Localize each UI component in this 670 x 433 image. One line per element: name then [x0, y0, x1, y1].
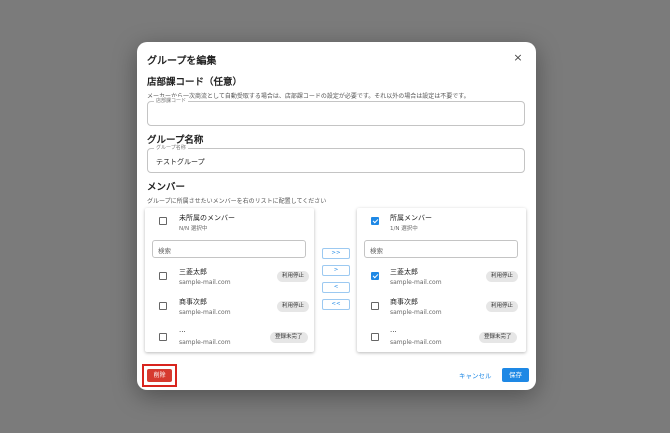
search-placeholder: 検索 [158, 247, 171, 255]
assigned-header: 所属メンバー [390, 214, 432, 222]
assigned-search-input[interactable]: 検索 [364, 240, 518, 258]
move-right-button[interactable]: > [322, 265, 350, 276]
status-badge: 利用停止 [486, 301, 519, 312]
store-code-title: 店部課コード（任意） [147, 77, 243, 88]
status-badge: 登録未完了 [479, 332, 517, 343]
unassigned-members-panel: 未所属のメンバー N/N 選択中 検索 三菱太郎 sample-mail.com… [145, 208, 314, 352]
close-icon[interactable]: × [511, 51, 525, 65]
unassigned-search-input[interactable]: 検索 [152, 240, 306, 258]
unassigned-header: 未所属のメンバー [179, 214, 235, 222]
member-name: 三菱太郎 [390, 268, 418, 276]
move-all-right-button[interactable]: >> [322, 248, 350, 259]
member-name: 三菱太郎 [179, 268, 207, 276]
member-name: 商事次郎 [390, 298, 418, 306]
store-code-field[interactable]: 店部課コード [147, 97, 525, 126]
member-checkbox[interactable] [159, 333, 167, 341]
member-email: sample-mail.com [179, 339, 231, 346]
status-badge: 利用停止 [277, 301, 310, 312]
member-email: sample-mail.com [390, 309, 442, 316]
assigned-members-panel: 所属メンバー 1/N 選択中 検索 三菱太郎 sample-mail.com 利… [357, 208, 526, 352]
member-checkbox[interactable] [371, 333, 379, 341]
member-checkbox[interactable] [371, 302, 379, 310]
member-name: ... [179, 326, 186, 334]
move-all-left-button[interactable]: << [322, 299, 350, 310]
member-email: sample-mail.com [179, 279, 231, 286]
member-email: sample-mail.com [179, 309, 231, 316]
member-email: sample-mail.com [390, 279, 442, 286]
members-description: グループに所属させたいメンバーを右のリストに配置してください [147, 198, 327, 205]
member-checkbox[interactable] [159, 272, 167, 280]
member-email: sample-mail.com [390, 339, 442, 346]
member-name: ... [390, 326, 397, 334]
status-badge: 利用停止 [277, 271, 310, 282]
store-code-field-label: 店部課コード [154, 97, 189, 105]
cancel-button[interactable]: キャンセル [459, 370, 492, 380]
unassigned-count: N/N 選択中 [179, 226, 208, 232]
select-all-assigned-checkbox[interactable] [371, 217, 379, 225]
delete-highlight: 削除 [142, 364, 177, 387]
group-name-field[interactable]: グループ名称 テストグループ [147, 144, 525, 173]
edit-group-dialog: グループを編集 × 店部課コード（任意） メーカーから一次商流として自動受取する… [137, 42, 536, 390]
status-badge: 利用停止 [486, 271, 519, 282]
select-all-unassigned-checkbox[interactable] [159, 217, 167, 225]
members-title: メンバー [147, 182, 186, 193]
delete-button[interactable]: 削除 [147, 369, 172, 382]
dialog-title: グループを編集 [147, 56, 217, 67]
assigned-count: 1/N 選択中 [390, 226, 418, 232]
save-button[interactable]: 保存 [502, 368, 529, 382]
status-badge: 登録未完了 [270, 332, 308, 343]
group-name-value: テストグループ [156, 158, 205, 166]
move-left-button[interactable]: < [322, 282, 350, 293]
group-name-field-label: グループ名称 [154, 144, 188, 152]
member-checkbox[interactable] [371, 272, 379, 280]
member-checkbox[interactable] [159, 302, 167, 310]
store-code-description: メーカーから一次商流として自動受取する場合は、店部課コードの設定が必要です。それ… [147, 93, 470, 100]
member-name: 商事次郎 [179, 298, 207, 306]
search-placeholder: 検索 [370, 247, 383, 255]
